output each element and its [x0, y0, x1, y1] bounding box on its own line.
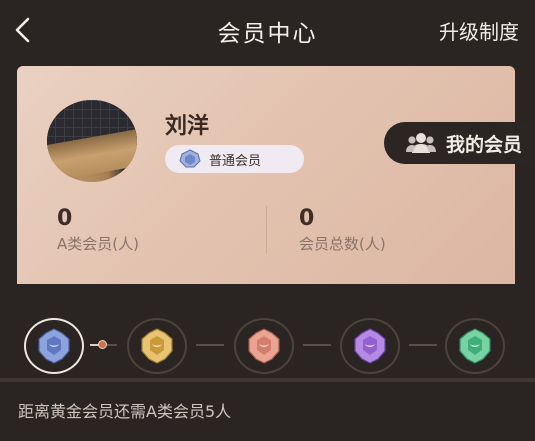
level-medal-purple[interactable] [340, 318, 400, 374]
a-members-label: A类会员(人) [57, 235, 139, 253]
user-name: 刘洋 [165, 114, 210, 139]
stat-total-members: 0 会员总数(人) [299, 206, 386, 254]
member-level-label: 普通会员 [209, 153, 262, 169]
stats-divider [266, 206, 267, 254]
progress-connector-3 [303, 344, 331, 346]
top-bar: 会员中心 升级制度 [0, 0, 535, 62]
diamond-medal-icon [179, 149, 201, 168]
gold-medal-icon [141, 328, 173, 364]
total-members-count: 0 [299, 206, 315, 231]
level-medal-rose[interactable] [234, 318, 294, 374]
rose-medal-icon [248, 328, 280, 364]
a-members-count: 0 [57, 206, 73, 231]
people-icon [406, 133, 436, 153]
blue-medal-icon [38, 328, 70, 364]
green-medal-icon [459, 328, 491, 364]
upgrade-hint: 距离黄金会员还需A类会员5人 [18, 402, 232, 421]
member-level-badge: 普通会员 [165, 145, 304, 173]
progress-connector-4 [409, 344, 437, 346]
progress-connector-2 [196, 344, 224, 346]
level-medal-green[interactable] [445, 318, 505, 374]
level-progress [0, 312, 535, 378]
section-divider [0, 378, 535, 382]
my-members-button[interactable]: 我的会员 [384, 122, 535, 164]
progress-marker [98, 340, 107, 349]
progress-connector-1b [107, 344, 117, 346]
stat-a-members: 0 A类会员(人) [57, 206, 139, 254]
total-members-label: 会员总数(人) [299, 235, 386, 253]
my-members-label: 我的会员 [446, 133, 523, 156]
level-medal-normal[interactable] [24, 318, 84, 374]
member-card: 刘洋 普通会员 0 A类会员(人) 0 会员总数(人) [17, 66, 515, 284]
upgrade-rules-link[interactable]: 升级制度 [439, 16, 519, 45]
avatar[interactable] [47, 100, 137, 182]
purple-medal-icon [354, 328, 386, 364]
level-medal-gold[interactable] [127, 318, 187, 374]
